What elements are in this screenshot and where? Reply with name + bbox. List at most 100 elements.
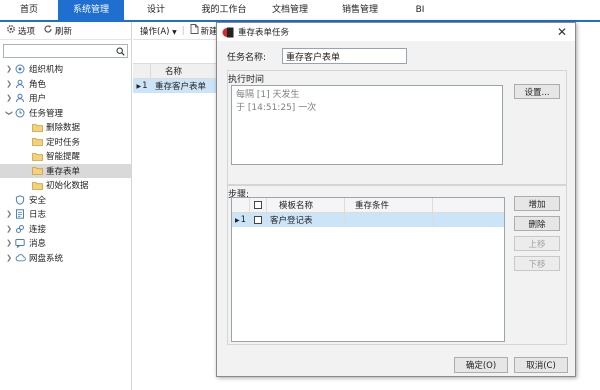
select-all-checkbox-cell[interactable] xyxy=(250,198,267,212)
move-down-button[interactable]: 下移 xyxy=(514,256,560,271)
tab-bi[interactable]: BI xyxy=(400,0,440,20)
middle-panel: 操作(A) ▼ | 新建 名称 ▶ 1 重存客户表单 xyxy=(133,22,223,390)
list-grid-header: 名称 xyxy=(133,63,223,79)
left-panel: 选项 刷新 ❯ 组织机构 ❯ 角色 ❯ 用户 ❯ 任务管理 删除数据 定时任务 … xyxy=(0,22,132,390)
condition-cell[interactable] xyxy=(345,213,433,227)
ok-button[interactable]: 确定(O) xyxy=(454,357,508,373)
chevron-right-icon[interactable]: ❯ xyxy=(4,225,14,233)
schedule-line-1: 每隔 [1] 天发生 xyxy=(236,90,300,100)
steps-grid-row[interactable]: ▶ 1 客户登记表 xyxy=(232,213,504,227)
tree-search-input[interactable] xyxy=(4,45,114,57)
tree-item-resave-form[interactable]: 重存表单 xyxy=(0,163,131,178)
dialog-titlebar[interactable]: 重存表单任务 ✕ xyxy=(217,23,575,41)
tree-item-security[interactable]: 安全 xyxy=(0,193,131,208)
current-row-arrow-icon: ▶ xyxy=(136,82,142,90)
tree-item-label: 日志 xyxy=(29,210,47,221)
refresh-button[interactable]: 刷新 xyxy=(43,24,72,37)
list-grid-row[interactable]: ▶ 1 重存客户表单 xyxy=(133,79,223,93)
tab-my-workbench[interactable]: 我的工作台 xyxy=(188,0,260,20)
tab-design[interactable]: 设计 xyxy=(124,0,188,20)
search-icon[interactable] xyxy=(114,45,126,57)
new-button[interactable]: 新建 xyxy=(190,24,218,37)
middle-toolbar: 操作(A) ▼ | 新建 xyxy=(133,22,223,40)
column-header-name[interactable]: 名称 xyxy=(151,65,182,77)
move-up-button[interactable]: 上移 xyxy=(514,236,560,251)
actions-menu-button[interactable]: 操作(A) ▼ xyxy=(140,25,177,37)
folder-icon xyxy=(31,122,43,133)
folder-icon xyxy=(31,136,43,147)
refresh-icon xyxy=(43,24,53,37)
tree-item-label: 初始化数据 xyxy=(46,181,89,192)
template-name-cell[interactable]: 客户登记表 xyxy=(267,213,345,227)
tree-item-label: 网盘系统 xyxy=(29,253,64,264)
options-label: 选项 xyxy=(18,26,36,37)
tree-item-connection[interactable]: ❯ 连接 xyxy=(0,222,131,237)
tree-item-message[interactable]: ❯ 消息 xyxy=(0,236,131,251)
row-header-spacer xyxy=(133,64,151,78)
top-nav: 首页 系统管理 设计 我的工作台 文档管理 销售管理 BI xyxy=(0,0,600,22)
user-icon xyxy=(14,93,26,104)
link-icon xyxy=(14,223,26,234)
tab-system-management[interactable]: 系统管理 xyxy=(58,0,124,20)
row-checkbox-cell[interactable] xyxy=(250,213,267,227)
close-icon[interactable]: ✕ xyxy=(557,25,567,39)
row-name-cell[interactable]: 重存客户表单 xyxy=(151,80,206,92)
tree-item-log[interactable]: ❯ 日志 xyxy=(0,207,131,222)
select-all-checkbox[interactable] xyxy=(254,201,262,209)
tree-item-task-management[interactable]: ❯ 任务管理 xyxy=(0,106,131,121)
tab-home[interactable]: 首页 xyxy=(0,0,58,20)
exec-time-label: 执行时间 xyxy=(228,75,265,85)
row-number: 1 xyxy=(240,215,247,225)
message-icon xyxy=(14,238,26,249)
settings-button[interactable]: 设置... xyxy=(514,84,560,99)
org-icon xyxy=(14,64,26,75)
cloud-icon xyxy=(14,252,26,263)
tree-item-label: 组织机构 xyxy=(29,65,64,76)
dropdown-arrow-icon: ▼ xyxy=(172,28,177,36)
cancel-button[interactable]: 取消(C) xyxy=(514,357,568,373)
chevron-right-icon[interactable]: ❯ xyxy=(4,239,14,247)
chevron-right-icon[interactable]: ❯ xyxy=(4,254,14,262)
row-indicator: ▶ 1 xyxy=(232,213,250,227)
add-step-button[interactable]: 增加 xyxy=(514,196,560,211)
tree-item-init-data[interactable]: 初始化数据 xyxy=(0,178,131,193)
task-name-value: 重存客户表单 xyxy=(286,52,341,63)
nav-tree: ❯ 组织机构 ❯ 角色 ❯ 用户 ❯ 任务管理 删除数据 定时任务 智能提醒 重… xyxy=(0,62,131,265)
tree-item-netdisk[interactable]: ❯ 网盘系统 xyxy=(0,251,131,266)
log-icon xyxy=(14,209,26,220)
task-name-label: 任务名称: xyxy=(227,53,267,63)
steps-grid: 模板名称 重存条件 ▶ 1 客户登记表 xyxy=(231,197,505,342)
tab-document-management[interactable]: 文档管理 xyxy=(260,0,320,20)
row-checkbox[interactable] xyxy=(254,216,262,224)
delete-step-button[interactable]: 删除 xyxy=(514,216,560,231)
role-icon xyxy=(14,78,26,89)
tree-item-delete-data[interactable]: 删除数据 xyxy=(0,120,131,135)
tree-item-smart-reminder[interactable]: 智能提醒 xyxy=(0,149,131,164)
resave-form-task-dialog: 重存表单任务 ✕ 任务名称: 重存客户表单 执行时间 每隔 [1] 天发生 于 … xyxy=(216,22,576,377)
column-header-template[interactable]: 模板名称 xyxy=(267,198,345,212)
tree-search-box xyxy=(3,44,128,58)
tab-sales-management[interactable]: 销售管理 xyxy=(320,0,400,20)
tree-item-scheduled-task[interactable]: 定时任务 xyxy=(0,135,131,150)
tree-item-label: 删除数据 xyxy=(46,123,81,134)
chevron-down-icon[interactable]: ❯ xyxy=(5,108,13,118)
chevron-right-icon[interactable]: ❯ xyxy=(4,80,14,88)
actions-label: 操作(A) xyxy=(140,26,170,37)
gear-icon xyxy=(6,24,16,37)
tree-item-label: 智能提醒 xyxy=(46,152,81,163)
tree-item-label: 角色 xyxy=(29,79,47,90)
schedule-textarea[interactable]: 每隔 [1] 天发生 于 [14:51:25] 一次 xyxy=(231,85,503,165)
folder-icon xyxy=(31,165,43,176)
tree-item-role[interactable]: ❯ 角色 xyxy=(0,77,131,92)
column-header-condition[interactable]: 重存条件 xyxy=(345,198,433,212)
chevron-right-icon[interactable]: ❯ xyxy=(4,65,14,73)
tree-item-label: 定时任务 xyxy=(46,137,81,148)
tree-item-user[interactable]: ❯ 用户 xyxy=(0,91,131,106)
tree-item-label: 任务管理 xyxy=(29,108,64,119)
tree-item-org[interactable]: ❯ 组织机构 xyxy=(0,62,131,77)
row-indicator: ▶ 1 xyxy=(133,81,151,91)
options-button[interactable]: 选项 xyxy=(6,24,35,37)
chevron-right-icon[interactable]: ❯ xyxy=(4,210,14,218)
task-name-field[interactable]: 重存客户表单 xyxy=(282,48,407,64)
chevron-right-icon[interactable]: ❯ xyxy=(4,94,14,102)
